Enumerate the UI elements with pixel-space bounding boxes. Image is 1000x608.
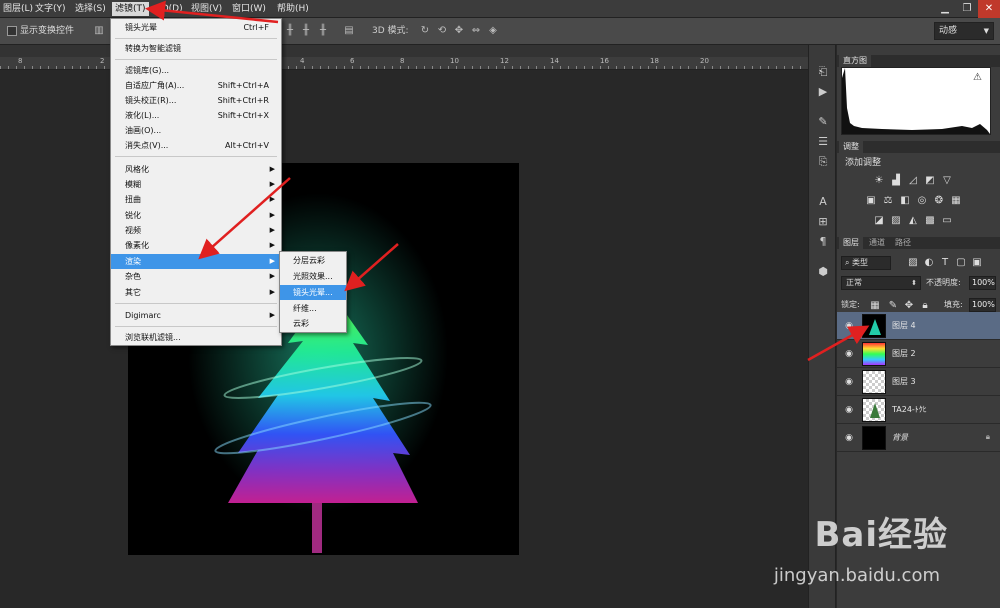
arrow-to-lens-flare [344,243,399,292]
arrow-to-render-item [198,177,291,260]
baidu-watermark-url: jingyan.baidu.com [773,565,940,586]
baidu-watermark: Bai经验 [814,515,948,555]
arrow-to-filter-menu [145,0,279,24]
arrow-to-layer-4 [807,325,870,362]
